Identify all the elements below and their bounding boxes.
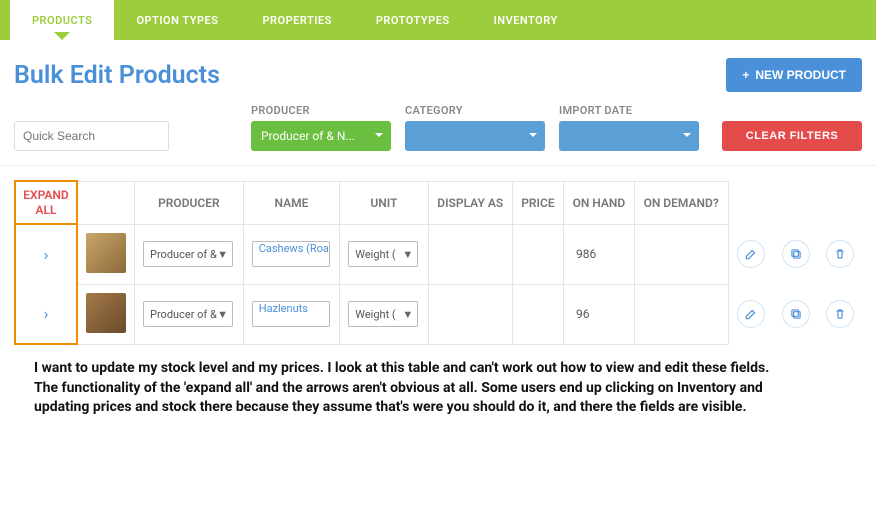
chevron-down-icon: ▼ (217, 308, 228, 321)
table-row: › Producer of &▼ Cashews (Roa Weight (▼ … (15, 224, 862, 284)
page-title: Bulk Edit Products (14, 61, 220, 90)
category-filter-label: CATEGORY (405, 104, 545, 117)
clone-button[interactable] (782, 240, 810, 268)
chevron-down-icon: ▼ (402, 248, 413, 261)
tab-option-types[interactable]: OPTION TYPES (114, 0, 240, 40)
row-unit-select[interactable]: Weight (▼ (348, 301, 418, 327)
row-name-input[interactable]: Cashews (Roa (252, 241, 330, 267)
chevron-down-icon (683, 133, 691, 141)
expand-row-icon[interactable]: › (44, 245, 49, 264)
row-producer-select[interactable]: Producer of &▼ (143, 241, 233, 267)
tab-inventory[interactable]: INVENTORY (472, 0, 580, 40)
row-on-demand (634, 224, 728, 284)
row-price (512, 224, 563, 284)
new-product-button[interactable]: + NEW PRODUCT (726, 58, 862, 92)
tab-products[interactable]: PRODUCTS (10, 0, 114, 40)
edit-button[interactable] (737, 240, 765, 268)
row-unit-select[interactable]: Weight (▼ (348, 241, 418, 267)
table-row: › Producer of &▼ Hazlenuts Weight (▼ 96 (15, 284, 862, 344)
producer-filter-label: PRODUCER (251, 104, 391, 117)
chevron-down-icon: ▼ (402, 308, 413, 321)
import-date-filter-label: IMPORT DATE (559, 104, 699, 117)
annotation-text: I want to update my stock level and my p… (0, 359, 820, 438)
clear-filters-button[interactable]: CLEAR FILTERS (722, 121, 862, 151)
col-on-demand: ON DEMAND? (634, 181, 728, 224)
top-nav: PRODUCTS OPTION TYPES PROPERTIES PROTOTY… (0, 0, 876, 40)
row-on-demand (634, 284, 728, 344)
tab-prototypes[interactable]: PROTOTYPES (354, 0, 472, 40)
tab-properties[interactable]: PROPERTIES (240, 0, 353, 40)
delete-button[interactable] (826, 240, 854, 268)
delete-button[interactable] (826, 300, 854, 328)
col-price: PRICE (512, 181, 563, 224)
col-display-as: DISPLAY AS (428, 181, 512, 224)
chevron-down-icon (375, 133, 383, 141)
col-image (77, 181, 135, 224)
quick-search-input[interactable] (14, 121, 169, 151)
col-on-hand: ON HAND (564, 181, 635, 224)
row-on-hand: 96 (564, 284, 635, 344)
edit-button[interactable] (737, 300, 765, 328)
category-filter-select[interactable] (405, 121, 545, 151)
row-name-input[interactable]: Hazlenuts (252, 301, 330, 327)
import-date-filter-select[interactable] (559, 121, 699, 151)
col-unit: UNIT (340, 181, 428, 224)
col-producer: PRODUCER (135, 181, 244, 224)
row-display-as (428, 224, 512, 284)
chevron-down-icon (529, 133, 537, 141)
product-thumbnail (86, 293, 126, 333)
plus-icon: + (742, 68, 749, 82)
expand-row-icon[interactable]: › (44, 304, 49, 323)
product-thumbnail (86, 233, 126, 273)
row-producer-select[interactable]: Producer of &▼ (143, 301, 233, 327)
row-price (512, 284, 563, 344)
products-table: EXPAND ALL PRODUCER NAME UNIT DISPLAY AS… (14, 180, 862, 345)
clone-button[interactable] (782, 300, 810, 328)
row-on-hand: 986 (564, 224, 635, 284)
chevron-down-icon: ▼ (217, 248, 228, 261)
row-display-as (428, 284, 512, 344)
expand-all-header[interactable]: EXPAND ALL (15, 181, 77, 224)
producer-filter-select[interactable]: Producer of & N... (251, 121, 391, 151)
col-name: NAME (243, 181, 340, 224)
